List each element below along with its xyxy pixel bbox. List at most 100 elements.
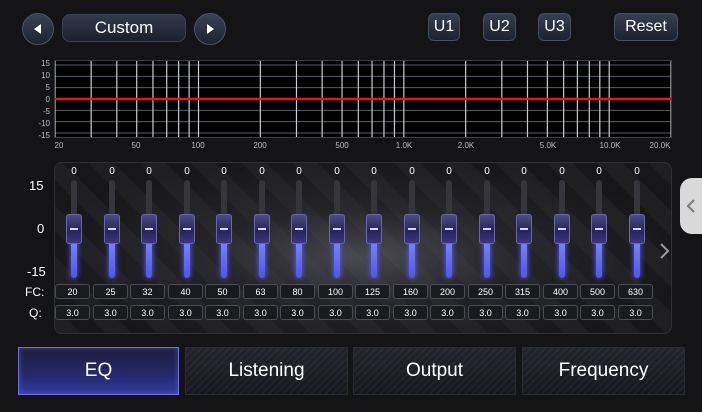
band-q-field[interactable]: 3.0 (618, 305, 653, 320)
tab-eq[interactable]: EQ (18, 347, 179, 395)
slider-knob[interactable] (441, 214, 457, 244)
band-frequency-field[interactable]: 160 (393, 284, 428, 299)
band-gain-value: 0 (146, 166, 152, 177)
slider-knob[interactable] (216, 214, 232, 244)
band-frequency-field[interactable]: 63 (243, 284, 278, 299)
preset-name-display: Custom (62, 14, 186, 42)
band-frequency-field[interactable]: 25 (93, 284, 128, 299)
graph-x-tick: 50 (131, 141, 141, 150)
band-q-field[interactable]: 3.0 (355, 305, 390, 320)
band-gain-value: 0 (184, 166, 190, 177)
slider-knob[interactable] (254, 214, 270, 244)
band-q-field[interactable]: 3.0 (205, 305, 240, 320)
band-q-field[interactable]: 3.0 (130, 305, 165, 320)
band-q-field[interactable]: 3.0 (580, 305, 615, 320)
eq-band-slider[interactable]: 0 (173, 164, 201, 324)
band-frequency-field[interactable]: 32 (130, 284, 165, 299)
slider-knob[interactable] (479, 214, 495, 244)
band-frequency-field[interactable]: 100 (318, 284, 353, 299)
eq-band-slider[interactable]: 0 (585, 164, 613, 324)
band-q-field[interactable]: 3.0 (468, 305, 503, 320)
eq-band-slider[interactable]: 0 (135, 164, 163, 324)
top-bar: Custom U1 U2 U3 Reset (0, 0, 702, 54)
fc-row-label: FC: (25, 285, 45, 299)
gain-scale-mid: 0 (37, 221, 45, 236)
band-frequency-field[interactable]: 250 (468, 284, 503, 299)
tab-label: Frequency (558, 360, 649, 381)
graph-y-tick: -5 (42, 107, 50, 116)
band-q-field[interactable]: 3.0 (393, 305, 428, 320)
band-frequency-field[interactable]: 500 (580, 284, 615, 299)
band-gain-value: 0 (259, 166, 265, 177)
slider-knob[interactable] (366, 214, 382, 244)
user-preset-u3-button[interactable]: U3 (538, 13, 571, 41)
slider-knob[interactable] (404, 214, 420, 244)
band-q-field[interactable]: 3.0 (543, 305, 578, 320)
frequency-response-svg (55, 61, 671, 137)
eq-band-slider[interactable]: 0 (548, 164, 576, 324)
band-frequency-field[interactable]: 50 (205, 284, 240, 299)
slider-knob[interactable] (179, 214, 195, 244)
eq-band-slider[interactable]: 0 (98, 164, 126, 324)
graph-y-tick: -15 (38, 131, 50, 140)
band-q-field[interactable]: 3.0 (55, 305, 90, 320)
tab-frequency[interactable]: Frequency (522, 347, 685, 395)
eq-band-slider[interactable]: 0 (248, 164, 276, 324)
slider-knob[interactable] (629, 214, 645, 244)
graph-y-tick: 10 (41, 71, 50, 80)
side-drawer-tab[interactable] (680, 178, 702, 234)
eq-band-slider[interactable]: 0 (60, 164, 88, 324)
previous-preset-button[interactable] (22, 13, 54, 45)
band-gain-value: 0 (109, 166, 115, 177)
band-q-field[interactable]: 3.0 (280, 305, 315, 320)
reset-button[interactable]: Reset (614, 13, 678, 41)
band-q-field[interactable]: 3.0 (243, 305, 278, 320)
band-frequency-field[interactable]: 80 (280, 284, 315, 299)
q-row-label: Q: (29, 306, 42, 320)
user-preset-u2-button[interactable]: U2 (483, 13, 516, 41)
graph-x-tick: 10.0K (599, 141, 621, 150)
tab-listening[interactable]: Listening (185, 347, 348, 395)
user-preset-u1-button[interactable]: U1 (428, 13, 460, 41)
band-frequency-field[interactable]: 400 (543, 284, 578, 299)
band-q-field[interactable]: 3.0 (505, 305, 540, 320)
eq-band-slider[interactable]: 0 (323, 164, 351, 324)
eq-band-slider[interactable]: 0 (510, 164, 538, 324)
slider-knob[interactable] (591, 214, 607, 244)
next-preset-button[interactable] (194, 13, 226, 45)
chevron-left-icon (686, 199, 695, 213)
slider-knob[interactable] (516, 214, 532, 244)
eq-band-slider[interactable]: 0 (210, 164, 238, 324)
band-q-field[interactable]: 3.0 (93, 305, 128, 320)
eq-band-slider[interactable]: 0 (398, 164, 426, 324)
eq-band-slider[interactable]: 0 (623, 164, 651, 324)
eq-band-slider[interactable]: 0 (285, 164, 313, 324)
graph-x-tick: 500 (335, 141, 349, 150)
eq-band-slider[interactable]: 0 (473, 164, 501, 324)
slider-knob[interactable] (104, 214, 120, 244)
band-q-field[interactable]: 3.0 (430, 305, 465, 320)
band-q-field[interactable]: 3.0 (318, 305, 353, 320)
graph-y-tick: 15 (41, 59, 50, 68)
slider-knob[interactable] (141, 214, 157, 244)
tab-output[interactable]: Output (353, 347, 516, 395)
band-frequency-field[interactable]: 20 (55, 284, 90, 299)
band-frequency-field[interactable]: 40 (168, 284, 203, 299)
band-gain-value: 0 (71, 166, 77, 177)
band-gain-value: 0 (521, 166, 527, 177)
band-gain-value: 0 (221, 166, 227, 177)
eq-band-slider[interactable]: 0 (360, 164, 388, 324)
slider-knob[interactable] (291, 214, 307, 244)
eq-band-slider[interactable]: 0 (435, 164, 463, 324)
band-frequency-field[interactable]: 315 (505, 284, 540, 299)
band-frequency-field[interactable]: 630 (618, 284, 653, 299)
band-frequency-field[interactable]: 125 (355, 284, 390, 299)
band-frequency-field[interactable]: 200 (430, 284, 465, 299)
slider-knob[interactable] (554, 214, 570, 244)
graph-x-tick: 2.0K (457, 141, 475, 150)
band-q-field[interactable]: 3.0 (168, 305, 203, 320)
slider-knob[interactable] (66, 214, 82, 244)
user-preset-label: U2 (489, 18, 510, 35)
slider-knob[interactable] (329, 214, 345, 244)
chevron-right-icon[interactable] (659, 242, 671, 260)
